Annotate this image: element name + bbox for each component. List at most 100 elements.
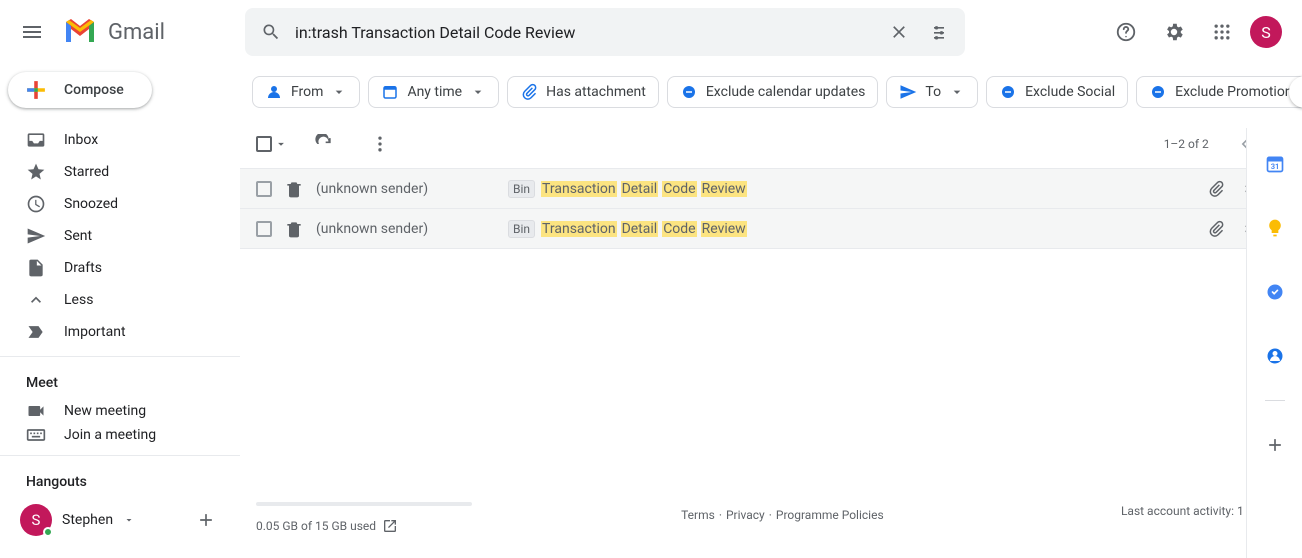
search-options-button[interactable]: [919, 12, 959, 52]
calendar-icon: [381, 83, 399, 101]
sendblue-icon: [899, 83, 917, 101]
hangouts-avatar: S: [20, 504, 52, 536]
apps-button[interactable]: [1202, 12, 1242, 52]
more-actions-button[interactable]: [360, 124, 400, 164]
attachment-icon: [1207, 220, 1225, 238]
terms-link[interactable]: Terms: [681, 508, 715, 522]
main-menu-button[interactable]: [8, 8, 56, 56]
new-chat-button[interactable]: [188, 502, 224, 538]
svg-text:31: 31: [1270, 162, 1279, 171]
sidebar-item-starred[interactable]: Starred: [0, 156, 240, 188]
caret-down-icon: [949, 84, 965, 100]
minus-icon: [999, 83, 1017, 101]
caret-down-icon: [274, 137, 288, 151]
file-icon: [26, 258, 46, 278]
get-addons-button[interactable]: [1255, 425, 1295, 465]
support-button[interactable]: [1106, 12, 1146, 52]
gmail-logo[interactable]: Gmail: [60, 12, 165, 52]
mail-list: (unknown sender) BinTransaction Detail Co…: [240, 168, 1302, 249]
hangouts-header: Hangouts: [0, 462, 240, 498]
calendar-icon: 31: [1265, 154, 1285, 174]
clear-search-button[interactable]: [879, 12, 919, 52]
filter-chips-row: FromAny timeHas attachmentExclude calend…: [240, 64, 1302, 120]
contacts-app-button[interactable]: [1255, 336, 1295, 376]
caret-down-icon: [123, 514, 135, 526]
content: FromAny timeHas attachmentExclude calend…: [240, 64, 1302, 558]
attach-icon: [520, 83, 538, 101]
row-checkbox[interactable]: [256, 181, 272, 197]
search-bar: [245, 8, 965, 56]
calendar-app-button[interactable]: 31: [1255, 144, 1295, 184]
keyboard-icon: [26, 425, 46, 445]
chevup-icon: [26, 290, 46, 310]
storage-text[interactable]: 0.05 GB of 15 GB used: [256, 518, 398, 534]
page-count-text: 1–2 of 2: [1164, 137, 1209, 151]
refresh-button[interactable]: [304, 124, 344, 164]
compose-button[interactable]: Compose: [8, 72, 152, 108]
send-icon: [26, 226, 46, 246]
hangouts-user-row[interactable]: S Stephen: [0, 498, 240, 542]
plus-icon: [1265, 435, 1285, 455]
person-icon: [265, 83, 283, 101]
filter-chip-to[interactable]: To: [886, 76, 978, 108]
keep-app-button[interactable]: [1255, 208, 1295, 248]
search-button[interactable]: [251, 12, 291, 52]
gmail-logo-text: Gmail: [108, 20, 165, 45]
gmail-m-icon: [60, 12, 100, 52]
select-all-control[interactable]: [256, 136, 288, 152]
sidebar-item-sent[interactable]: Sent: [0, 220, 240, 252]
filter-chip-exclude-promotions[interactable]: Exclude Promotions: [1136, 76, 1302, 108]
new-meeting-button[interactable]: New meeting: [0, 399, 240, 423]
filter-chip-exclude-calendar-updates[interactable]: Exclude calendar updates: [667, 76, 879, 108]
tune-icon: [929, 22, 949, 42]
settings-button[interactable]: [1154, 12, 1194, 52]
footer-links: Terms · Privacy · Programme Policies: [681, 508, 884, 522]
filter-chip-has-attachment[interactable]: Has attachment: [507, 76, 659, 108]
sidebar-divider: [0, 455, 240, 456]
subject-cell: BinTransaction Detail Code Review: [508, 220, 1195, 238]
open-in-new-icon: [382, 518, 398, 534]
search-input[interactable]: [291, 23, 879, 42]
sender-text: (unknown sender): [316, 221, 496, 237]
important-icon: [26, 322, 46, 342]
footer: 0.05 GB of 15 GB used Terms · Privacy · …: [240, 494, 1302, 558]
sidebar-item-inbox[interactable]: Inbox: [0, 124, 240, 156]
chevron-right-icon: [1295, 82, 1302, 102]
hamburger-icon: [20, 20, 44, 44]
mail-row[interactable]: (unknown sender)BinTransaction Detail Co…: [240, 169, 1302, 209]
tasks-app-button[interactable]: [1255, 272, 1295, 312]
main-area: Compose InboxStarredSnoozedSentDraftsLes…: [0, 64, 1302, 558]
caret-down-icon: [470, 84, 486, 100]
refresh-icon: [314, 134, 334, 154]
subject-text: Transaction Detail Code Review: [541, 221, 747, 237]
tasks-icon: [1265, 282, 1285, 302]
privacy-link[interactable]: Privacy: [726, 508, 765, 522]
plus-icon: [196, 510, 216, 530]
select-all-checkbox[interactable]: [256, 136, 272, 152]
trash-icon: [284, 179, 304, 199]
join-meeting-button[interactable]: Join a meeting: [0, 423, 240, 447]
filter-chip-any-time[interactable]: Any time: [368, 76, 499, 108]
sidebar-item-snoozed[interactable]: Snoozed: [0, 188, 240, 220]
sidebar-divider: [0, 356, 240, 357]
sidebar: Compose InboxStarredSnoozedSentDraftsLes…: [0, 64, 240, 558]
meet-header: Meet: [0, 363, 240, 399]
storage-bar: [256, 502, 472, 506]
filter-chip-from[interactable]: From: [252, 76, 360, 108]
keep-icon: [1265, 218, 1285, 238]
filter-chip-exclude-social[interactable]: Exclude Social: [986, 76, 1128, 108]
sidebar-item-important[interactable]: Important: [0, 316, 240, 348]
sender-text: (unknown sender): [316, 181, 496, 197]
mail-row[interactable]: (unknown sender) BinTransaction Detail Co…: [240, 209, 1302, 249]
apps-grid-icon: [1212, 22, 1232, 42]
sidebar-item-less[interactable]: Less: [0, 284, 240, 316]
close-icon: [889, 22, 909, 42]
presence-indicator: [43, 527, 53, 537]
row-checkbox[interactable]: [256, 221, 272, 237]
sidebar-item-drafts[interactable]: Drafts: [0, 252, 240, 284]
account-avatar[interactable]: S: [1250, 16, 1282, 48]
caret-down-icon: [331, 84, 347, 100]
side-panel: 31: [1246, 128, 1302, 558]
side-panel-divider: [1265, 400, 1285, 401]
policies-link[interactable]: Programme Policies: [776, 508, 884, 522]
